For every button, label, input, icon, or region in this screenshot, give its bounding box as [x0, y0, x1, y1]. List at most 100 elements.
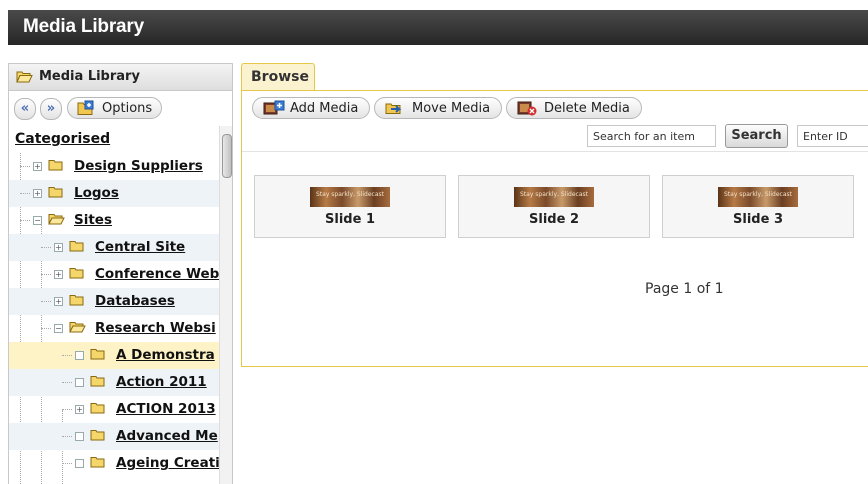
tree-connector: [20, 220, 30, 221]
media-card[interactable]: Stay sparkly, Slidecast Slide 1: [254, 175, 446, 238]
folder-icon: [48, 159, 63, 175]
tree-item[interactable]: + Conference Web: [9, 261, 219, 288]
tree-connector: [41, 328, 51, 329]
tab-browse-label: Browse: [251, 69, 309, 85]
tree-item-label: Logos: [74, 185, 119, 201]
move-media-label: Move Media: [412, 101, 491, 116]
add-media-icon: [263, 100, 285, 120]
tree-panel-toolbar: « » Options: [9, 91, 232, 125]
tree-root-label: Categorised: [15, 131, 111, 147]
tree-connector: [41, 247, 51, 248]
thumbnail-caption: Stay sparkly, Slidecast: [520, 191, 588, 198]
delete-media-button[interactable]: Delete Media: [506, 97, 642, 119]
folder-icon: [69, 294, 84, 310]
title-bar: Media Library: [8, 10, 868, 45]
media-card[interactable]: Stay sparkly, Slidecast Slide 2: [458, 175, 650, 238]
collapse-icon[interactable]: −: [54, 324, 63, 333]
previous-button[interactable]: «: [14, 98, 36, 120]
tree-root-categorised[interactable]: Categorised: [9, 126, 219, 153]
expand-icon[interactable]: +: [75, 405, 84, 414]
delete-media-icon: [517, 100, 537, 120]
leaf-node-icon[interactable]: [75, 459, 84, 468]
leaf-node-icon[interactable]: [75, 378, 84, 387]
options-icon: [77, 100, 95, 120]
id-input[interactable]: Enter ID: [797, 125, 868, 147]
folder-icon: [90, 375, 105, 391]
tree-item[interactable]: Advanced Me: [9, 423, 219, 450]
tree-item[interactable]: + Databases: [9, 288, 219, 315]
pagination-text: Page 1 of 1: [645, 281, 724, 297]
tree-item-label: Conference Web: [95, 266, 219, 282]
tree-item[interactable]: − Sites: [9, 207, 219, 234]
options-button[interactable]: Options: [67, 97, 162, 119]
media-thumbnail[interactable]: Stay sparkly, Slidecast: [310, 187, 390, 207]
tree-panel-header: Media Library: [9, 64, 232, 91]
tree-item[interactable]: Action 2011: [9, 369, 219, 396]
tree-item[interactable]: A Demonstra: [9, 342, 219, 369]
folder-icon: [90, 348, 105, 364]
media-toolbar: Add Media Move Media Delete Media Search…: [242, 91, 868, 152]
tree-connector: [41, 301, 51, 302]
tree-scrollbar[interactable]: [219, 126, 232, 484]
move-media-button[interactable]: Move Media: [374, 97, 502, 119]
folder-icon: [69, 267, 84, 283]
folder-icon: [69, 240, 84, 256]
folder-icon: [90, 402, 105, 418]
search-input[interactable]: Search for an item: [587, 125, 716, 147]
media-thumbnail[interactable]: Stay sparkly, Slidecast: [718, 187, 798, 207]
tree-item-label: Databases: [95, 293, 175, 309]
add-media-button[interactable]: Add Media: [252, 97, 370, 119]
folder-icon: [90, 456, 105, 472]
media-card[interactable]: Stay sparkly, Slidecast Slide 3: [662, 175, 854, 238]
expand-icon[interactable]: +: [54, 297, 63, 306]
search-button[interactable]: Search: [725, 124, 788, 148]
tab-browse[interactable]: Browse: [241, 63, 315, 91]
thumbnail-caption: Stay sparkly, Slidecast: [316, 191, 384, 198]
tree-item[interactable]: Ageing Creati: [9, 450, 219, 477]
tree-item-label: Ageing Creati: [116, 455, 219, 471]
options-label: Options: [102, 101, 153, 116]
delete-media-label: Delete Media: [544, 101, 630, 116]
tree-item[interactable]: + ACTION 2013: [9, 396, 219, 423]
tree-connector: [41, 274, 51, 275]
add-media-label: Add Media: [290, 101, 359, 116]
thumbnail-caption: Stay sparkly, Slidecast: [724, 191, 792, 198]
tree-item-label: Advanced Me: [116, 428, 218, 444]
expand-icon[interactable]: +: [33, 162, 42, 171]
tree-item[interactable]: + Design Suppliers: [9, 153, 219, 180]
tree-scroll-thumb[interactable]: [222, 134, 232, 178]
open-folder-icon: [16, 70, 33, 87]
browse-panel: Add Media Move Media Delete Media Search…: [241, 90, 868, 367]
tree-connector: [62, 355, 72, 356]
expand-icon[interactable]: +: [54, 270, 63, 279]
tree-connector: [20, 166, 30, 167]
folder-icon: [48, 186, 63, 202]
tree-connector: [62, 436, 72, 437]
leaf-node-icon[interactable]: [75, 432, 84, 441]
open-folder-icon: [48, 213, 65, 229]
media-card-title: Slide 3: [733, 212, 783, 227]
expand-icon[interactable]: +: [54, 243, 63, 252]
tree-item[interactable]: + Logos: [9, 180, 219, 207]
tree-connector: [62, 409, 72, 410]
tree-item-label: Central Site: [95, 239, 186, 255]
tree-item-label: Research Websi: [95, 320, 216, 336]
tree-panel-title: Media Library: [39, 69, 140, 84]
tree-item-label: A Demonstra: [116, 347, 215, 363]
next-button[interactable]: »: [40, 98, 62, 120]
leaf-node-icon[interactable]: [75, 351, 84, 360]
tree-connector: [62, 463, 72, 464]
collapse-icon[interactable]: −: [33, 216, 42, 225]
tree-connector: [62, 382, 72, 383]
media-card-title: Slide 1: [325, 212, 375, 227]
tree-item[interactable]: − Research Websi: [9, 315, 219, 342]
tree-item-label: ACTION 2013: [116, 401, 216, 417]
open-folder-icon: [69, 321, 86, 337]
move-media-icon: [385, 100, 405, 120]
tree-item[interactable]: + Central Site: [9, 234, 219, 261]
tree-item-label: Sites: [74, 212, 112, 228]
expand-icon[interactable]: +: [33, 189, 42, 198]
media-card-title: Slide 2: [529, 212, 579, 227]
media-thumbnail[interactable]: Stay sparkly, Slidecast: [514, 187, 594, 207]
tree-item-label: Design Suppliers: [74, 158, 203, 174]
